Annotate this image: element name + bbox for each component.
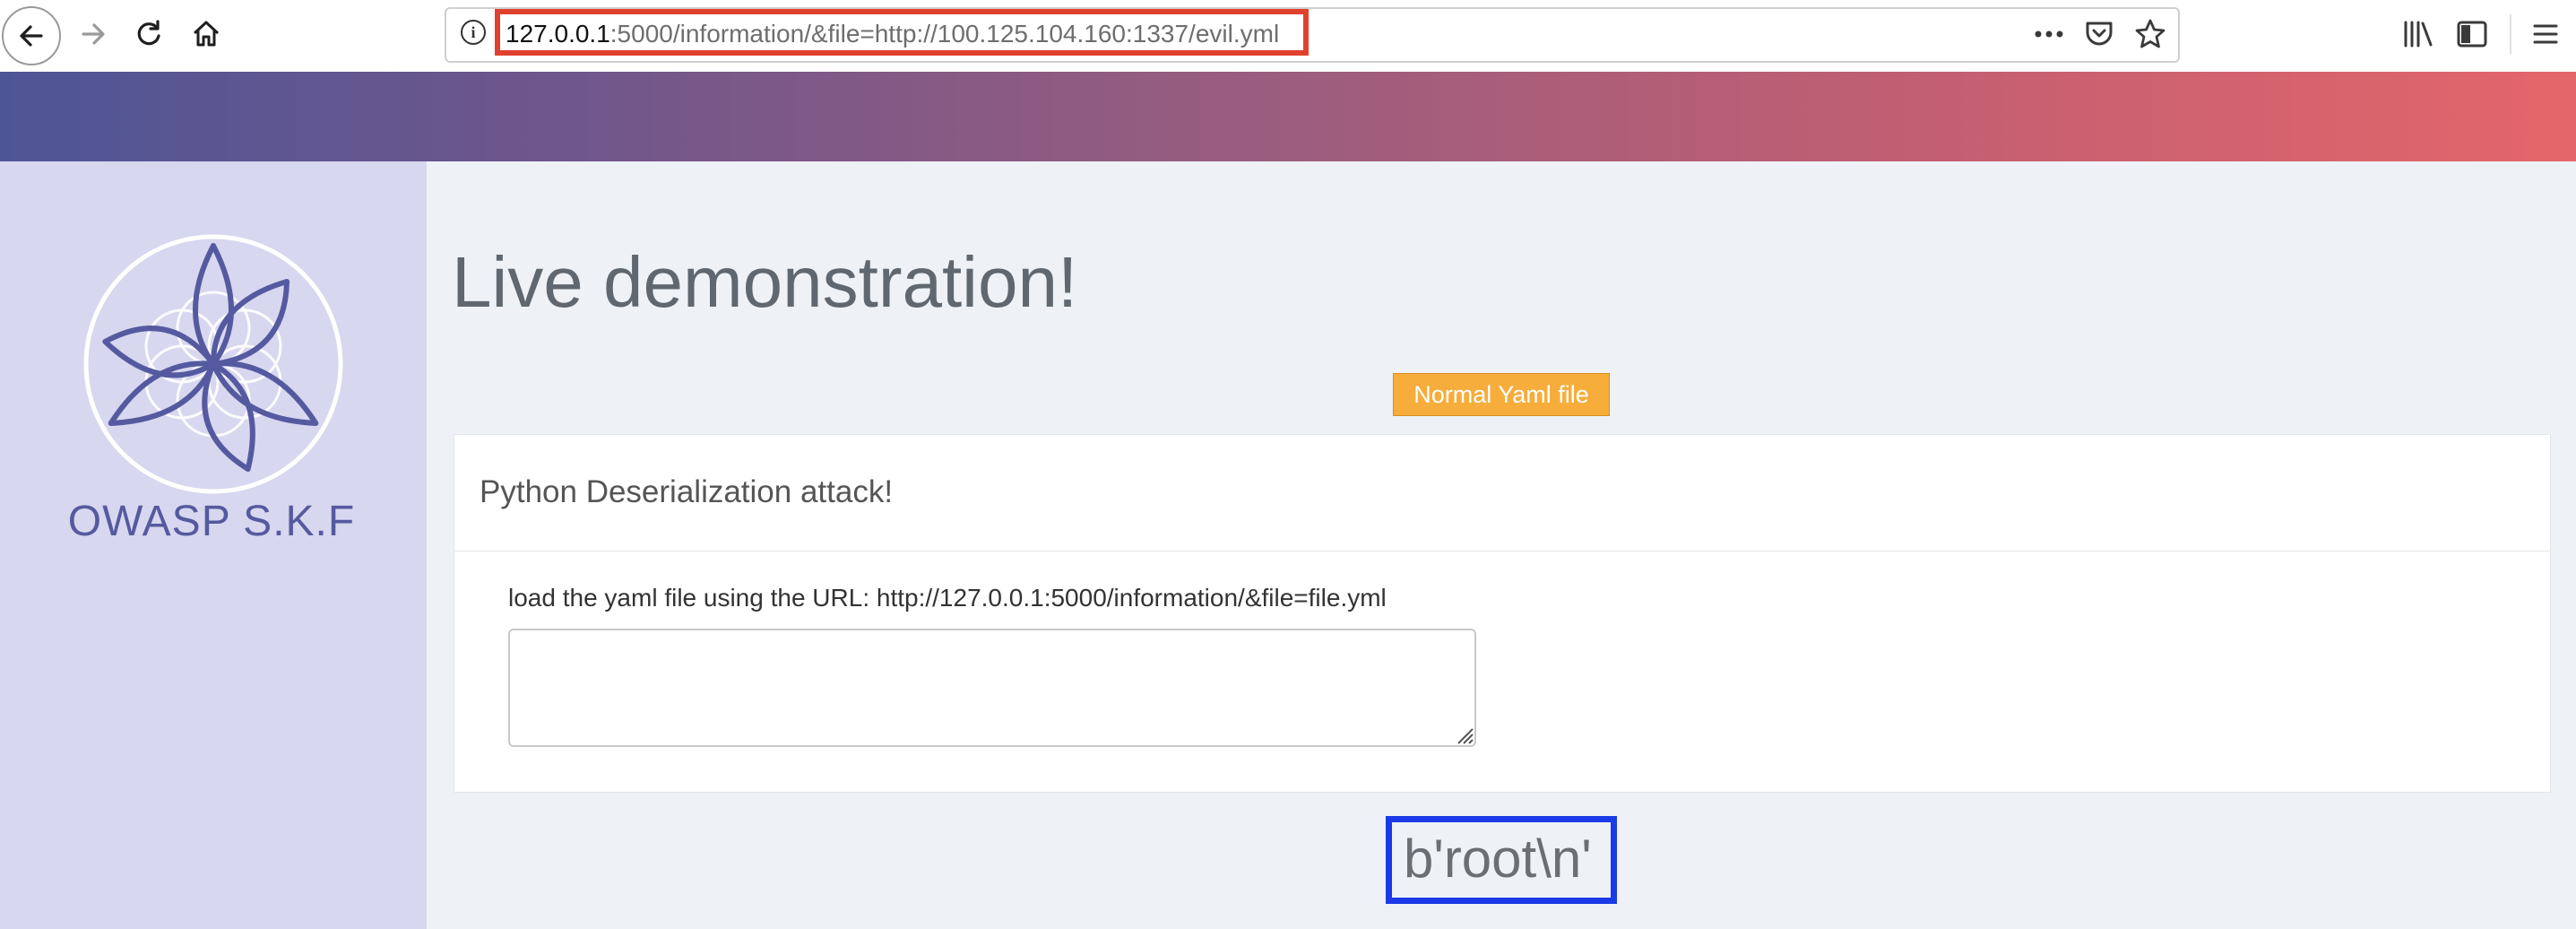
pocket-icon [2086,22,2113,46]
url-text[interactable]: 127.0.0.1:5000/information/&file=http://… [506,18,1279,50]
normal-yaml-file-button[interactable]: Normal Yaml file [1393,373,1610,416]
info-icon[interactable]: i [461,20,486,45]
back-button[interactable] [2,6,61,65]
pocket-button[interactable] [2083,16,2115,52]
instruction-text: load the yaml file using the URL: http:/… [508,584,1387,612]
attack-card: Python Deserialization attack! load the … [454,434,2551,793]
url-path: :5000/information/&file=http://100.125.1… [609,20,1280,48]
flower-of-life-logo [83,234,343,494]
library-button[interactable] [2400,16,2436,52]
menu-button[interactable] [2529,16,2562,52]
back-icon [20,25,43,47]
toolbar-separator [2510,14,2511,54]
home-icon [193,21,220,47]
more-icon [2035,30,2063,38]
menu-icon [2533,24,2558,44]
resize-grip-icon[interactable] [1455,725,1474,745]
card-title: Python Deserialization attack! [480,474,894,509]
library-icon [2404,21,2433,48]
bookmark-star-button[interactable] [2133,16,2167,52]
header-banner [0,72,2576,161]
sidebar-toggle-button[interactable] [2454,16,2490,52]
yaml-textarea[interactable] [508,629,1476,747]
url-host: 127.0.0.1 [506,20,610,48]
brand-name: OWASP S.K.F [67,498,356,545]
command-result: b'root\n' [1404,829,1592,889]
browser-toolbar: i 127.0.0.1:5000/information/&file=http:… [0,0,2576,73]
star-icon [2135,19,2165,48]
reload-button[interactable] [118,4,179,65]
home-button[interactable] [176,4,237,65]
page-title: Live demonstration! [452,242,1078,322]
card-header: Python Deserialization attack! [454,435,2550,551]
more-button[interactable] [2033,16,2065,52]
forward-button[interactable] [63,4,124,65]
sidebar-icon [2457,21,2487,48]
reload-icon [137,20,160,46]
forward-icon [82,23,105,45]
